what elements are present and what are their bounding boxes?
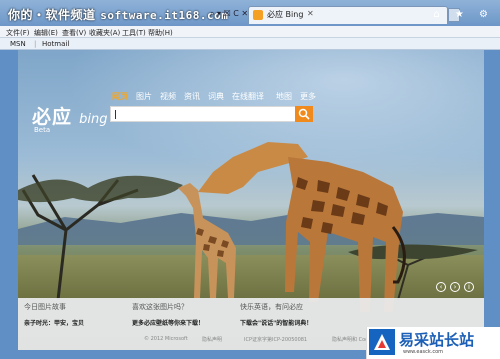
footer-icp[interactable]: ICP证京字第ICP-20050081 [244, 336, 307, 343]
prev-image-icon[interactable]: ‹ [436, 282, 446, 292]
story-column[interactable]: 今日图片故事 亲子时光：甲安，宝贝 [24, 302, 134, 327]
bing-favicon-icon [253, 10, 263, 20]
tab-web[interactable]: 网页 [112, 91, 128, 102]
search-icon [298, 108, 310, 120]
text-caret [115, 110, 116, 119]
english-title: 快乐英语，有问必应 [240, 303, 303, 311]
menu-favorites[interactable]: 收藏夹(A) [89, 28, 120, 38]
tab-images[interactable]: 图片 [136, 91, 152, 102]
tab-maps[interactable]: 地图 [276, 91, 292, 102]
fav-hotmail[interactable]: Hotmail [42, 40, 69, 48]
menu-help[interactable]: 帮助(H) [148, 28, 173, 38]
search-button[interactable] [295, 106, 313, 122]
menu-file[interactable]: 文件(F) [6, 28, 30, 38]
menu-view[interactable]: 查看(V) [62, 28, 86, 38]
menu-edit[interactable]: 编辑(E) [34, 28, 58, 38]
story-title: 今日图片故事 [24, 303, 66, 311]
bing-homepage: 必应 bing Beta 网页 图片 视频 资讯 词典 在线翻译 地图 更多 ‹… [18, 50, 484, 350]
logo-chinese: 必应 [32, 106, 73, 128]
site-badge: 易采站长站 www.easck.com [366, 327, 500, 359]
badge-site-name: 易采站长站 [399, 331, 475, 349]
bing-logo[interactable]: 必应 bing Beta [32, 102, 108, 134]
tab-news[interactable]: 资讯 [184, 91, 200, 102]
footer-copyright: © 2012 Microsoft [144, 336, 188, 342]
english-desc: 下载会"说话"的智能词典！ [240, 320, 313, 327]
wallpaper-title: 喜欢这张图片吗？ [132, 303, 188, 311]
menu-tools[interactable]: 工具(T) [122, 28, 146, 38]
favorites-bar: MSN | Hotmail [0, 38, 500, 50]
badge-site-url: www.easck.com [403, 349, 444, 355]
fav-msn[interactable]: MSN [10, 40, 26, 48]
search-input[interactable] [110, 106, 313, 122]
watermark-cn: 你的・软件频道 [8, 8, 96, 22]
wallpaper-column[interactable]: 喜欢这张图片吗？ 更多必应壁纸等你来下载！ [132, 302, 242, 327]
english-column[interactable]: 快乐英语，有问必应 下载会"说话"的智能词典！ [240, 302, 350, 327]
tab-more[interactable]: 更多 [300, 91, 316, 102]
story-desc: 亲子时光：甲安，宝贝 [24, 320, 85, 327]
tab-title: 必应 Bing [267, 10, 304, 19]
footer-privacy[interactable]: 隐私声明 [202, 336, 222, 343]
menu-bar: 文件(F) 编辑(E) 查看(V) 收藏夹(A) 工具(T) 帮助(H) [0, 26, 500, 38]
toolbar-icons[interactable]: ⌂ ★ ⚙ [433, 9, 494, 20]
tab-dictionary[interactable]: 词典 [208, 91, 224, 102]
site-watermark: 你的・软件频道 software.it168.com [8, 6, 228, 23]
tab-translate[interactable]: 在线翻译 [232, 91, 264, 102]
fav-separator: | [34, 40, 37, 48]
logo-english: bing [79, 112, 108, 127]
baby-giraffe-image [178, 183, 236, 298]
browser-tab-bing[interactable]: 必应 Bing ✕ [248, 6, 448, 24]
info-icon[interactable]: i [464, 282, 474, 292]
logo-beta: Beta [34, 126, 51, 134]
tab-close-icon[interactable]: ✕ [307, 9, 314, 18]
tab-videos[interactable]: 视频 [160, 91, 176, 102]
wallpaper-desc: 更多必应壁纸等你来下载！ [132, 320, 205, 327]
acacia-tree-left [18, 174, 183, 300]
window-titlebar: 你的・软件频道 software.it168.com ⌕ ▾ ☒ C ✕ 必应 … [0, 0, 500, 26]
next-image-icon[interactable]: › [450, 282, 460, 292]
address-tools[interactable]: ⌕ ▾ ☒ C ✕ [210, 9, 248, 19]
easck-logo-icon [369, 329, 395, 355]
